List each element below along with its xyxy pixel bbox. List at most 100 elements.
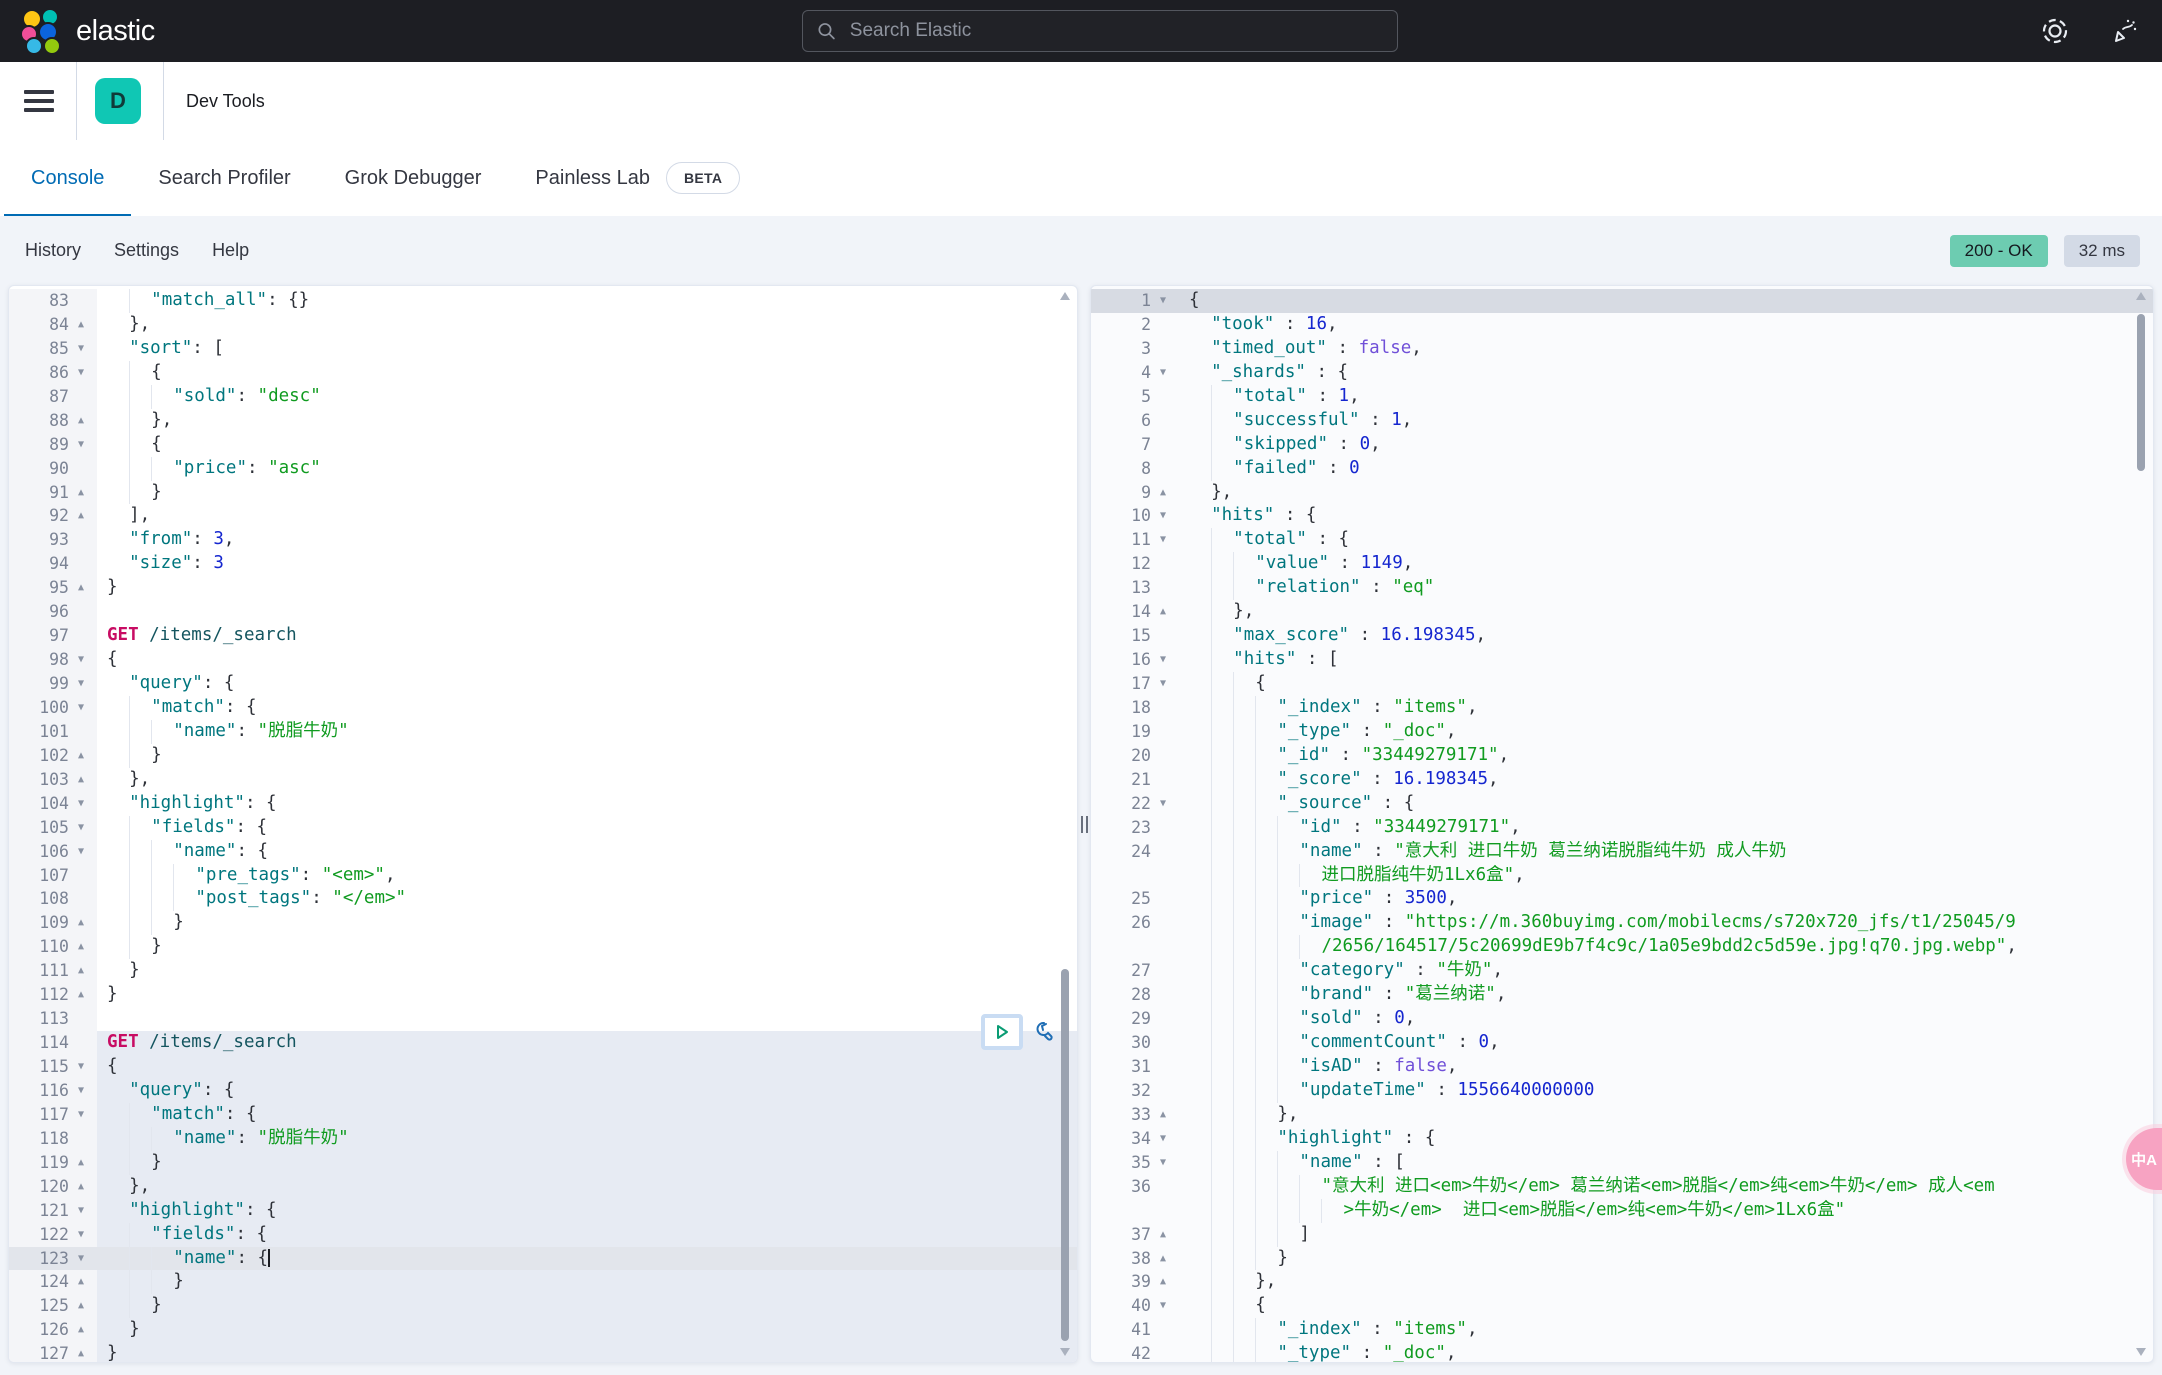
code-line[interactable]: 88▲ }, (9, 409, 1077, 433)
menu-history[interactable]: History (25, 240, 81, 261)
fold-toggle-icon[interactable]: ▲ (69, 409, 93, 433)
fold-toggle-icon[interactable]: ▲ (69, 744, 93, 768)
code-line[interactable]: 102▲ } (9, 744, 1077, 768)
code-line[interactable]: 125▲ } (9, 1294, 1077, 1318)
fold-toggle-icon[interactable]: ▲ (69, 935, 93, 959)
fold-toggle-icon[interactable]: ▲ (69, 313, 93, 337)
fold-toggle-icon[interactable]: ▼ (1151, 1151, 1175, 1175)
fold-toggle-icon[interactable]: ▲ (1151, 1247, 1175, 1271)
scroll-up-arrow[interactable] (1060, 292, 1070, 300)
search-input[interactable] (848, 19, 1383, 43)
fold-toggle-icon[interactable]: ▼ (69, 816, 93, 840)
fold-toggle-icon[interactable]: ▼ (1151, 648, 1175, 672)
fold-toggle-icon[interactable]: ▲ (69, 504, 93, 528)
fold-toggle-icon[interactable]: ▲ (69, 1270, 93, 1294)
code-line[interactable]: 98▼{ (9, 648, 1077, 672)
menu-help[interactable]: Help (212, 240, 249, 261)
fold-toggle-icon[interactable]: ▼ (69, 361, 93, 385)
code-line[interactable]: 96 (9, 600, 1077, 624)
code-line[interactable]: 91▲ } (9, 481, 1077, 505)
tab-search-profiler[interactable]: Search Profiler (131, 140, 317, 216)
tab-console[interactable]: Console (4, 140, 131, 216)
pane-resizer-handle[interactable] (1078, 285, 1090, 1363)
code-line[interactable]: 118 "name": "脱脂牛奶" (9, 1127, 1077, 1151)
code-line[interactable]: 101 "name": "脱脂牛奶" (9, 720, 1077, 744)
fold-toggle-icon[interactable]: ▼ (1151, 289, 1175, 313)
code-line[interactable]: 127▲} (9, 1342, 1077, 1363)
fold-toggle-icon[interactable]: ▼ (1151, 504, 1175, 528)
fold-toggle-icon[interactable]: ▲ (69, 1342, 93, 1363)
fold-toggle-icon[interactable]: ▲ (1151, 1103, 1175, 1127)
menu-hamburger-icon[interactable] (24, 90, 54, 112)
code-line[interactable]: 105▼ "fields": { (9, 816, 1077, 840)
fold-toggle-icon[interactable]: ▼ (69, 433, 93, 457)
code-line[interactable]: 116▼ "query": { (9, 1079, 1077, 1103)
fold-toggle-icon[interactable]: ▼ (69, 696, 93, 720)
scroll-up-arrow[interactable] (2136, 292, 2146, 300)
global-search[interactable] (802, 10, 1398, 52)
code-line[interactable]: 94 "size": 3 (9, 552, 1077, 576)
code-line[interactable]: 107 "pre_tags": "<em>", (9, 864, 1077, 888)
fold-toggle-icon[interactable]: ▲ (69, 1318, 93, 1342)
fold-toggle-icon[interactable]: ▲ (69, 959, 93, 983)
fold-toggle-icon[interactable]: ▼ (69, 1223, 93, 1247)
code-line[interactable]: 117▼ "match": { (9, 1103, 1077, 1127)
scrollbar-thumb[interactable] (1061, 969, 1069, 1341)
code-line[interactable]: 83 "match_all": {} (9, 289, 1077, 313)
fold-toggle-icon[interactable]: ▼ (1151, 1127, 1175, 1151)
code-line[interactable]: 110▲ } (9, 935, 1077, 959)
code-line[interactable]: 121▼ "highlight": { (9, 1199, 1077, 1223)
code-line[interactable]: 109▲ } (9, 911, 1077, 935)
fold-toggle-icon[interactable]: ▼ (1151, 792, 1175, 816)
code-line[interactable]: 95▲} (9, 576, 1077, 600)
code-line[interactable]: 93 "from": 3, (9, 528, 1077, 552)
fold-toggle-icon[interactable]: ▲ (69, 1175, 93, 1199)
code-line[interactable]: 106▼ "name": { (9, 840, 1077, 864)
code-line[interactable]: 87 "sold": "desc" (9, 385, 1077, 409)
fold-toggle-icon[interactable]: ▼ (69, 337, 93, 361)
elastic-logo[interactable]: elastic (18, 8, 155, 54)
code-line[interactable]: 114GET /items/_search (9, 1031, 1077, 1055)
fold-toggle-icon[interactable]: ▲ (1151, 600, 1175, 624)
code-line[interactable]: 115▼{ (9, 1055, 1077, 1079)
fold-toggle-icon[interactable]: ▲ (1151, 481, 1175, 505)
fold-toggle-icon[interactable]: ▼ (69, 1199, 93, 1223)
tab-painless-lab[interactable]: Painless Lab BETA (508, 140, 767, 216)
fold-toggle-icon[interactable]: ▲ (69, 911, 93, 935)
request-options-button[interactable] (1028, 1019, 1054, 1045)
code-line[interactable]: 112▲} (9, 983, 1077, 1007)
fold-toggle-icon[interactable]: ▼ (1151, 528, 1175, 552)
fold-toggle-icon[interactable]: ▼ (69, 1103, 93, 1127)
code-line[interactable]: 103▲ }, (9, 768, 1077, 792)
code-line[interactable]: 99▼ "query": { (9, 672, 1077, 696)
fold-toggle-icon[interactable]: ▲ (69, 1294, 93, 1318)
fold-toggle-icon[interactable]: ▼ (1151, 672, 1175, 696)
dev-tools-app-badge[interactable]: D (95, 78, 141, 124)
fold-toggle-icon[interactable]: ▲ (1151, 1223, 1175, 1247)
code-line[interactable]: 123▼ "name": { (9, 1247, 1077, 1271)
scrollbar-thumb[interactable] (2137, 314, 2145, 471)
scroll-down-arrow[interactable] (1060, 1348, 1070, 1356)
code-line[interactable]: 111▲ } (9, 959, 1077, 983)
fold-toggle-icon[interactable]: ▼ (69, 840, 93, 864)
code-line[interactable]: 122▼ "fields": { (9, 1223, 1077, 1247)
send-request-button[interactable] (981, 1014, 1023, 1050)
fold-toggle-icon[interactable]: ▼ (69, 672, 93, 696)
code-line[interactable]: 113 (9, 1007, 1077, 1031)
code-line[interactable]: 108 "post_tags": "</em>" (9, 887, 1077, 911)
tab-grok-debugger[interactable]: Grok Debugger (318, 140, 509, 216)
code-line[interactable]: 86▼ { (9, 361, 1077, 385)
help-icon[interactable] (2040, 16, 2070, 46)
fold-toggle-icon[interactable]: ▼ (69, 1247, 93, 1271)
code-line[interactable]: 84▲ }, (9, 313, 1077, 337)
fold-toggle-icon[interactable]: ▲ (69, 768, 93, 792)
code-line[interactable]: 92▲ ], (9, 504, 1077, 528)
fold-toggle-icon[interactable]: ▲ (1151, 1270, 1175, 1294)
code-line[interactable]: 120▲ }, (9, 1175, 1077, 1199)
fold-toggle-icon[interactable]: ▲ (69, 481, 93, 505)
fold-toggle-icon[interactable]: ▲ (69, 983, 93, 1007)
menu-settings[interactable]: Settings (114, 240, 179, 261)
newsfeed-icon[interactable] (2110, 16, 2140, 46)
code-line[interactable]: 104▼ "highlight": { (9, 792, 1077, 816)
fold-toggle-icon[interactable]: ▼ (69, 792, 93, 816)
